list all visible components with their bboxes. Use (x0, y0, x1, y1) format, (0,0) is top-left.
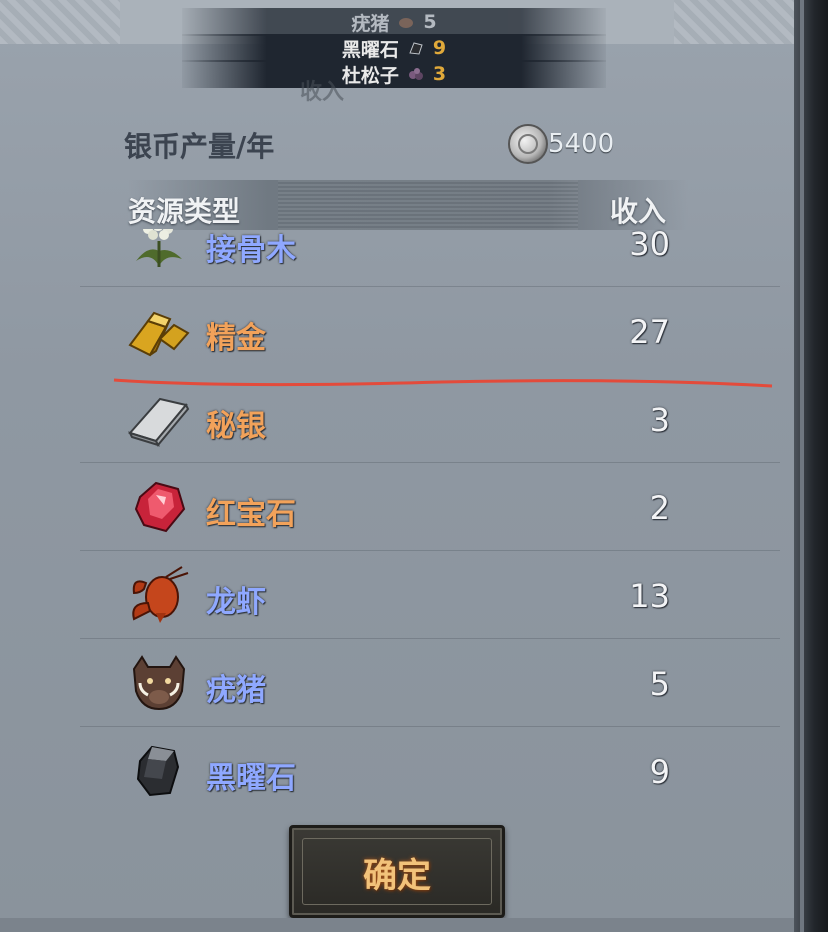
lobster-icon (132, 566, 189, 623)
resource-name: 秘银 (206, 409, 266, 444)
resource-income-value: 5 (649, 665, 670, 703)
resource-income-value: 30 (629, 229, 670, 263)
resource-name: 龙虾 (206, 585, 266, 620)
resource-row: 接骨木 30 (80, 229, 780, 287)
resource-row: 龙虾 13 (80, 551, 780, 639)
resource-row: 黑曜石 9 (120, 727, 700, 809)
resource-income-value: 9 (649, 753, 670, 791)
juniper-berry-icon (408, 68, 423, 80)
resource-income-value: 3 (649, 401, 670, 439)
obsidian-icon (136, 745, 180, 797)
warthog-icon (132, 655, 186, 711)
resource-name: 接骨木 (206, 233, 296, 268)
elderberry-icon (136, 229, 182, 267)
resource-income-value: 27 (629, 313, 670, 351)
resource-income-panel: 疣猪 5 黑曜石 9 杜松子 3 收入 银币产量/年 5400 资源类型 收入 (0, 0, 828, 932)
tooltip-row-name: 杜松子 (341, 64, 399, 87)
silver-output-row: 银币产量/年 5400 (124, 120, 624, 166)
confirm-button[interactable]: 确定 (289, 825, 505, 918)
tooltip-row-value: 3 (432, 63, 447, 85)
tooltip-row: 杜松子 3 (182, 60, 606, 88)
resource-name: 疣猪 (206, 673, 266, 708)
bottom-frame-strip (0, 918, 794, 932)
resource-row: 疣猪 5 (80, 639, 780, 727)
tooltip-row: 黑曜石 9 (182, 34, 606, 62)
silver-output-value: 5400 (548, 129, 615, 159)
resource-row: 精金 27 (120, 287, 700, 375)
tooltip-row-value: 9 (432, 37, 447, 59)
warthog-icon (399, 18, 414, 28)
resource-list[interactable]: 接骨木 30 精金 27 秘银 3 红宝石 2 龙虾 13 疣猪 5 黑曜石 9 (0, 229, 794, 809)
header-income: 收入 (610, 195, 667, 228)
header-resource-type: 资源类型 (128, 195, 241, 228)
tooltip-row: 疣猪 5 (182, 8, 606, 36)
resource-name: 精金 (206, 321, 266, 356)
mithril-ingot-icon (128, 397, 190, 447)
confirm-button-label: 确定 (363, 856, 431, 896)
obsidian-icon (409, 42, 423, 55)
resource-name: 红宝石 (206, 497, 296, 532)
silver-output-label: 银币产量/年 (124, 130, 275, 163)
resource-tooltip: 疣猪 5 黑曜石 9 杜松子 3 (182, 0, 606, 96)
tooltip-row-value: 5 (423, 11, 437, 33)
tooltip-row-name: 疣猪 (351, 12, 390, 35)
resource-name: 黑曜石 (206, 761, 296, 796)
resource-income-value: 2 (649, 489, 670, 527)
ruby-icon (134, 481, 186, 533)
red-annotation-line (113, 378, 773, 388)
resource-row: 红宝石 2 (80, 463, 780, 551)
panel-right-edge (794, 0, 828, 932)
silver-coin-icon (508, 124, 548, 164)
gold-ingot-icon (128, 311, 190, 357)
faded-section-title: 收入 (300, 80, 345, 105)
resource-income-value: 13 (629, 577, 670, 615)
tooltip-row-name: 黑曜石 (341, 38, 399, 61)
